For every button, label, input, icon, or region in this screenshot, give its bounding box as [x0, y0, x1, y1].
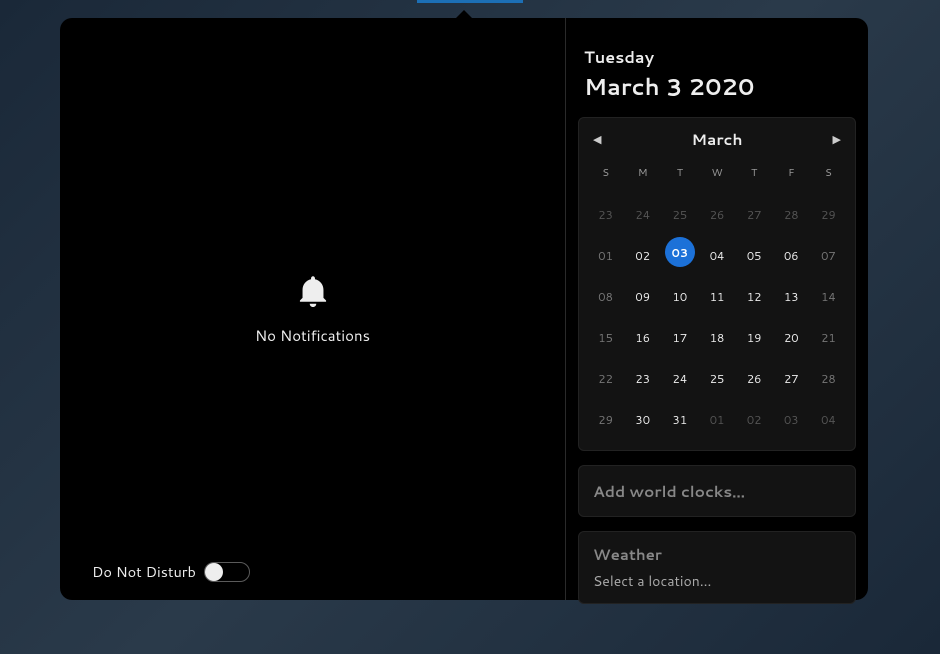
calendar-day[interactable]: 27 — [736, 200, 773, 229]
calendar-day[interactable]: 07 — [810, 241, 847, 270]
dow-header: M — [624, 160, 661, 188]
dnd-label: Do Not Disturb — [92, 561, 196, 582]
calendar-day[interactable]: 17 — [661, 323, 698, 352]
calendar-day[interactable]: 19 — [736, 323, 773, 352]
calendar-day[interactable]: 22 — [587, 364, 624, 393]
calendar-day[interactable]: 15 — [587, 323, 624, 352]
calendar-header: ◀ March ▶ — [579, 118, 855, 160]
month-label: March — [692, 128, 743, 150]
weather-button[interactable]: Weather Select a location… — [578, 531, 856, 604]
dow-header: S — [810, 160, 847, 188]
calendar-day[interactable]: 18 — [698, 323, 735, 352]
dow-header: S — [587, 160, 624, 188]
calendar-day[interactable]: 27 — [773, 364, 810, 393]
calendar-day[interactable]: 12 — [736, 282, 773, 311]
calendar-day[interactable]: 28 — [773, 200, 810, 229]
calendar-day[interactable]: 26 — [736, 364, 773, 393]
calendar-day[interactable]: 03 — [665, 237, 695, 267]
calendar-day[interactable]: 29 — [587, 405, 624, 434]
date-header: Tuesday March 3 2020 — [578, 46, 856, 103]
calendar-day[interactable]: 20 — [773, 323, 810, 352]
calendar-day[interactable]: 21 — [810, 323, 847, 352]
calendar: ◀ March ▶ SMTWTFS23242526272829010203040… — [578, 117, 856, 451]
world-clocks-label: Add world clocks… — [593, 480, 841, 502]
calendar-day[interactable]: 04 — [810, 405, 847, 434]
calendar-day[interactable]: 31 — [661, 405, 698, 434]
panel-indicator — [417, 0, 523, 3]
weather-subtitle: Select a location… — [593, 571, 841, 591]
calendar-day[interactable]: 11 — [698, 282, 735, 311]
prev-month-button[interactable]: ◀ — [593, 131, 601, 147]
calendar-day[interactable]: 03 — [773, 405, 810, 434]
dow-header: W — [698, 160, 735, 188]
calendar-grid: SMTWTFS232425262728290102030405060708091… — [579, 160, 855, 450]
calendar-day[interactable]: 25 — [661, 200, 698, 229]
weather-title: Weather — [593, 544, 841, 565]
dow-header: F — [773, 160, 810, 188]
dow-header: T — [736, 160, 773, 188]
calendar-day[interactable]: 23 — [624, 364, 661, 393]
calendar-day[interactable]: 14 — [810, 282, 847, 311]
no-notifications-label: No Notifications — [255, 325, 370, 346]
calendar-pane: Tuesday March 3 2020 ◀ March ▶ SMTWTFS23… — [566, 18, 868, 600]
notifications-pane: No Notifications Do Not Disturb — [60, 18, 566, 600]
calendar-day[interactable]: 16 — [624, 323, 661, 352]
calendar-day[interactable]: 08 — [587, 282, 624, 311]
calendar-day[interactable]: 26 — [698, 200, 735, 229]
calendar-day[interactable]: 04 — [698, 241, 735, 270]
calendar-day[interactable]: 30 — [624, 405, 661, 434]
next-month-button[interactable]: ▶ — [833, 131, 841, 147]
calendar-day[interactable]: 29 — [810, 200, 847, 229]
calendar-day[interactable]: 02 — [624, 241, 661, 270]
calendar-day[interactable]: 01 — [698, 405, 735, 434]
bell-icon — [297, 273, 329, 307]
calendar-day[interactable]: 10 — [661, 282, 698, 311]
calendar-day[interactable]: 28 — [810, 364, 847, 393]
dnd-toggle[interactable] — [204, 562, 250, 582]
calendar-day[interactable]: 25 — [698, 364, 735, 393]
weekday-label: Tuesday — [584, 46, 856, 69]
calendar-day[interactable]: 13 — [773, 282, 810, 311]
world-clocks-button[interactable]: Add world clocks… — [578, 465, 856, 517]
calendar-day[interactable]: 09 — [624, 282, 661, 311]
calendar-day[interactable]: 01 — [587, 241, 624, 270]
calendar-day[interactable]: 06 — [773, 241, 810, 270]
notification-calendar-popover: No Notifications Do Not Disturb Tuesday … — [60, 18, 868, 600]
calendar-day[interactable]: 23 — [587, 200, 624, 229]
calendar-day[interactable]: 05 — [736, 241, 773, 270]
calendar-day[interactable]: 24 — [624, 200, 661, 229]
full-date-label: March 3 2020 — [584, 71, 856, 103]
dnd-row: Do Not Disturb — [92, 561, 250, 582]
calendar-day[interactable]: 02 — [736, 405, 773, 434]
calendar-day[interactable]: 24 — [661, 364, 698, 393]
dow-header: T — [661, 160, 698, 188]
notifications-empty: No Notifications — [60, 18, 565, 600]
